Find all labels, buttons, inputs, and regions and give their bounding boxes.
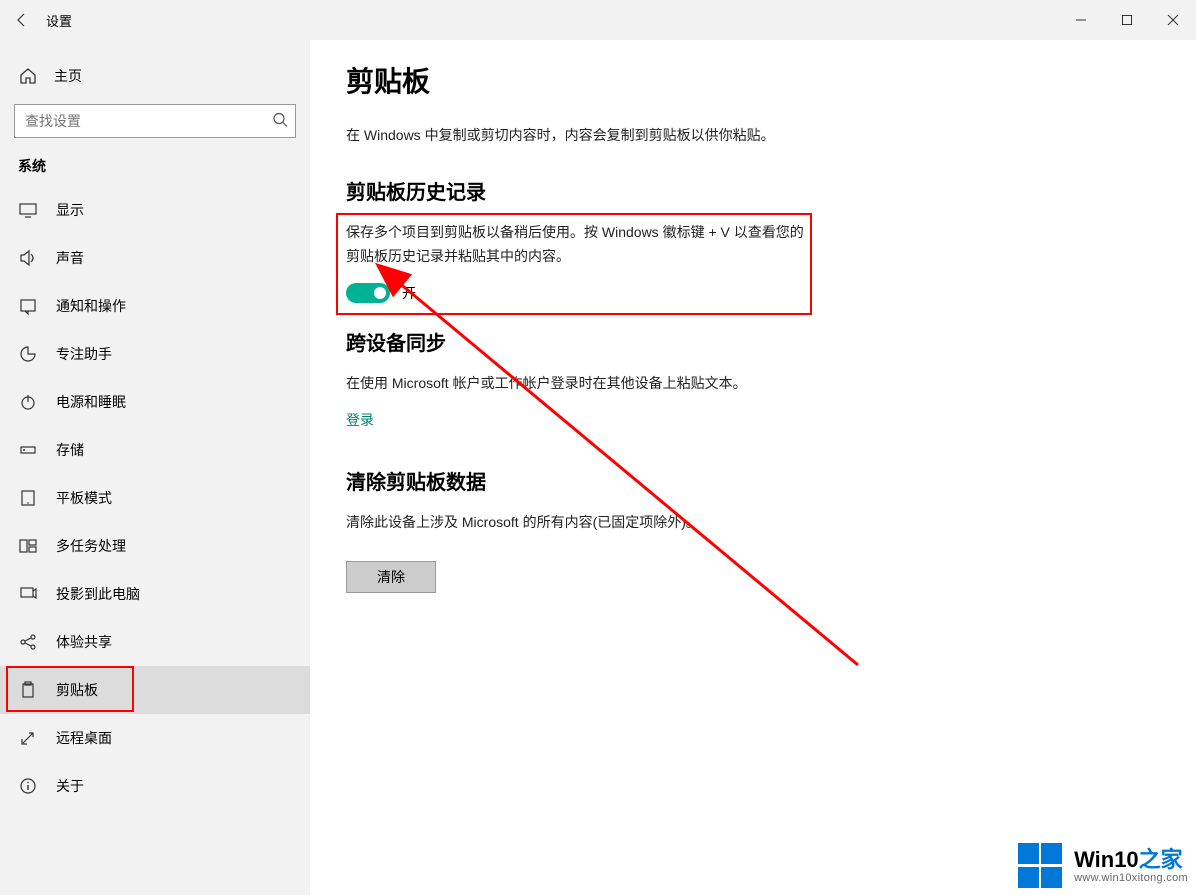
sidebar-item-label: 存储 <box>56 440 84 460</box>
titlebar: 设置 <box>0 0 1196 40</box>
section-sync: 跨设备同步 在使用 Microsoft 帐户或工作帐户登录时在其他设备上粘贴文本… <box>346 327 1196 430</box>
maximize-icon <box>1121 14 1133 26</box>
sidebar-item-share[interactable]: 体验共享 <box>0 618 310 666</box>
sidebar-item-label: 投影到此电脑 <box>56 584 140 604</box>
page-intro: 在 Windows 中复制或剪切内容时，内容会复制到剪贴板以供你粘贴。 <box>346 124 1196 146</box>
sidebar-item-label: 显示 <box>56 200 84 220</box>
history-toggle[interactable] <box>346 283 390 303</box>
remote-icon <box>18 728 38 748</box>
close-button[interactable] <box>1150 0 1196 40</box>
home-icon <box>18 66 38 86</box>
history-heading: 剪贴板历史记录 <box>346 176 1196 205</box>
sidebar-nav: 显示 声音 通知和操作 专注助手 电源和睡眠 存储 <box>0 186 310 810</box>
sidebar-item-label: 体验共享 <box>56 632 112 652</box>
sidebar-item-project[interactable]: 投影到此电脑 <box>0 570 310 618</box>
project-icon <box>18 584 38 604</box>
sidebar-item-label: 远程桌面 <box>56 728 112 748</box>
display-icon <box>18 200 38 220</box>
sidebar-item-about[interactable]: 关于 <box>0 762 310 810</box>
sidebar: 主页 系统 显示 声音 通知和操作 专注助手 <box>0 40 310 895</box>
maximize-button[interactable] <box>1104 0 1150 40</box>
about-icon <box>18 776 38 796</box>
back-button[interactable] <box>0 0 44 40</box>
multitask-icon <box>18 536 38 556</box>
share-icon <box>18 632 38 652</box>
watermark-text: Win10之家 www.win10xitong.com <box>1074 848 1188 884</box>
windows-logo-icon <box>1018 843 1064 889</box>
history-toggle-row: 开 <box>346 283 816 303</box>
search-icon <box>272 112 288 131</box>
sidebar-item-focus[interactable]: 专注助手 <box>0 330 310 378</box>
clipboard-icon <box>18 680 38 700</box>
home-button[interactable]: 主页 <box>0 56 310 96</box>
sidebar-item-label: 剪贴板 <box>56 680 98 700</box>
window-controls <box>1058 0 1196 40</box>
home-label: 主页 <box>54 66 82 86</box>
sound-icon <box>18 248 38 268</box>
history-toggle-label: 开 <box>402 283 416 303</box>
close-icon <box>1167 14 1179 26</box>
sync-heading: 跨设备同步 <box>346 327 1196 356</box>
sidebar-item-notifications[interactable]: 通知和操作 <box>0 282 310 330</box>
search-box[interactable] <box>14 104 296 138</box>
storage-icon <box>18 440 38 460</box>
sidebar-item-sound[interactable]: 声音 <box>0 234 310 282</box>
sync-login-link[interactable]: 登录 <box>346 412 374 428</box>
sidebar-item-storage[interactable]: 存储 <box>0 426 310 474</box>
sidebar-item-power[interactable]: 电源和睡眠 <box>0 378 310 426</box>
watermark-brand-en: Win10 <box>1074 847 1139 872</box>
arrow-left-icon <box>14 12 30 28</box>
sidebar-item-label: 电源和睡眠 <box>56 392 126 412</box>
sync-desc: 在使用 Microsoft 帐户或工作帐户登录时在其他设备上粘贴文本。 <box>346 372 806 396</box>
minimize-icon <box>1075 14 1087 26</box>
sidebar-item-label: 关于 <box>56 776 84 796</box>
content-container: 主页 系统 显示 声音 通知和操作 专注助手 <box>0 40 1196 895</box>
clear-button[interactable]: 清除 <box>346 561 436 593</box>
clear-heading: 清除剪贴板数据 <box>346 466 1196 495</box>
sidebar-section-label: 系统 <box>0 156 310 186</box>
sidebar-item-label: 声音 <box>56 248 84 268</box>
sidebar-item-label: 多任务处理 <box>56 536 126 556</box>
tablet-icon <box>18 488 38 508</box>
sidebar-item-display[interactable]: 显示 <box>0 186 310 234</box>
clear-desc: 清除此设备上涉及 Microsoft 的所有内容(已固定项除外)。 <box>346 511 806 535</box>
window-title: 设置 <box>46 11 72 30</box>
focus-icon <box>18 344 38 364</box>
notifications-icon <box>18 296 38 316</box>
watermark-url: www.win10xitong.com <box>1074 872 1188 884</box>
sidebar-item-label: 专注助手 <box>56 344 112 364</box>
toggle-knob <box>374 287 386 299</box>
sidebar-item-label: 通知和操作 <box>56 296 126 316</box>
sidebar-item-tablet[interactable]: 平板模式 <box>0 474 310 522</box>
page-title: 剪贴板 <box>346 60 1196 100</box>
sidebar-item-clipboard[interactable]: 剪贴板 <box>0 666 310 714</box>
search-input[interactable] <box>14 104 296 138</box>
sidebar-item-remote[interactable]: 远程桌面 <box>0 714 310 762</box>
main-content: 剪贴板 在 Windows 中复制或剪切内容时，内容会复制到剪贴板以供你粘贴。 … <box>310 40 1196 895</box>
section-history: 剪贴板历史记录 保存多个项目到剪贴板以备稍后使用。按 Windows 徽标键 +… <box>346 176 1196 303</box>
minimize-button[interactable] <box>1058 0 1104 40</box>
sidebar-item-multitask[interactable]: 多任务处理 <box>0 522 310 570</box>
watermark-brand-zh: 之家 <box>1139 847 1183 872</box>
sidebar-item-label: 平板模式 <box>56 488 112 508</box>
history-desc: 保存多个项目到剪贴板以备稍后使用。按 Windows 徽标键 + V 以查看您的… <box>346 221 806 269</box>
section-clear: 清除剪贴板数据 清除此设备上涉及 Microsoft 的所有内容(已固定项除外)… <box>346 466 1196 593</box>
power-icon <box>18 392 38 412</box>
watermark: Win10之家 www.win10xitong.com <box>1010 837 1196 895</box>
